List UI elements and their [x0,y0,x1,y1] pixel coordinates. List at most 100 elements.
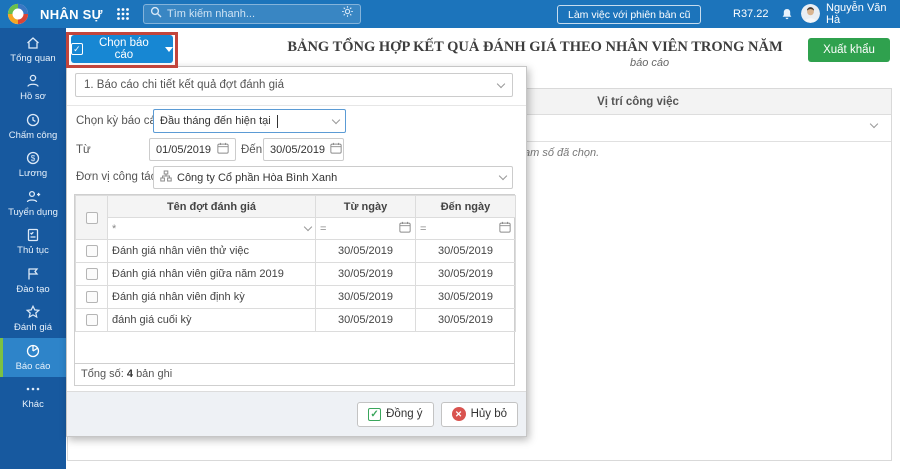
sidebar-item-khac[interactable]: Khác [0,377,66,416]
app-name: NHÂN SỰ [40,0,103,28]
round-to: 30/05/2019 [416,286,516,309]
round-from: 30/05/2019 [316,263,416,286]
from-label: Từ [76,144,91,156]
filter-name-cell[interactable]: * [108,218,316,240]
search-box[interactable] [143,4,361,24]
unit-value: Công ty Cổ phần Hòa Bình Xanh [177,172,337,184]
home-icon [25,35,41,51]
user-name[interactable]: Nguyễn Văn Hà [826,0,900,28]
round-name: đánh giá cuối kỳ [108,309,316,332]
unit-label: Đơn vị công tác [76,171,156,183]
round-name: Đánh giá nhân viên thử việc [108,240,316,263]
cancel-button[interactable]: ✕ Hủy bỏ [441,402,518,427]
calendar-icon[interactable] [499,221,511,236]
report-type-select[interactable]: 1. Báo cáo chi tiết kết quả đợt đánh giá [75,73,513,97]
table-row[interactable]: đánh giá cuối kỳ 30/05/2019 30/05/2019 [76,309,516,332]
chevron-down-icon [332,115,340,123]
row-checkbox[interactable] [86,291,98,303]
settings-gear-icon[interactable] [341,5,354,23]
table-row[interactable]: Đánh giá nhân viên giữa năm 2019 30/05/2… [76,263,516,286]
round-to: 30/05/2019 [416,263,516,286]
row-checkbox[interactable] [86,245,98,257]
cancel-x-icon: ✕ [452,407,466,421]
filter-operator[interactable]: * [112,223,116,235]
filter-to-cell[interactable]: = [416,218,516,240]
sidebar-item-label: Khác [22,399,44,410]
sidebar-item-luong[interactable]: $ Lương [0,146,66,185]
sidebar-item-danh-gia[interactable]: Đánh giá [0,300,66,339]
total-count: 4 [127,368,133,380]
table-row[interactable]: Đánh giá nhân viên định kỳ 30/05/2019 30… [76,286,516,309]
notifications-bell-icon[interactable] [780,7,794,21]
to-date-value: 30/05/2019 [270,144,325,156]
sidebar-item-label: Đánh giá [14,322,52,333]
search-input[interactable] [167,8,336,20]
col-header-name: Tên đợt đánh giá [108,196,316,218]
select-all-checkbox[interactable] [86,212,98,224]
chevron-down-icon [499,172,507,180]
row-checkbox[interactable] [86,314,98,326]
app-logo-icon [7,3,29,25]
choose-report-label: Chọn báo cáo [89,37,159,61]
grid-column-header-label: Vị trí công việc [568,89,708,115]
sidebar-item-ho-so[interactable]: Hồ sơ [0,69,66,108]
total-label: Tổng số: [81,368,124,380]
row-checkbox[interactable] [86,268,98,280]
sidebar-item-cham-cong[interactable]: Chấm công [0,107,66,146]
from-date-value: 01/05/2019 [156,144,211,156]
person-icon [25,73,41,89]
period-value: Đầu tháng đến hiện tại [160,115,271,127]
filter-operator[interactable]: = [320,223,326,235]
from-date-input[interactable]: 01/05/2019 [149,138,236,161]
filter-operator[interactable]: = [420,223,426,235]
to-date-input[interactable]: 30/05/2019 [263,138,344,161]
calendar-icon[interactable] [330,142,342,157]
checkbox-check-icon: ✓ [71,43,83,55]
choose-report-button[interactable]: ✓ Chọn báo cáo [71,35,173,63]
round-from: 30/05/2019 [316,309,416,332]
sidebar-item-dao-tao[interactable]: Đào tạo [0,261,66,300]
sidebar-item-label: Chấm công [9,130,58,141]
col-header-to: Đến ngày [416,196,516,218]
ok-button[interactable]: ✓ Đồng ý [357,402,433,427]
table-total-row: Tổng số: 4 bản ghi [75,363,514,385]
text-cursor [277,115,278,128]
period-select[interactable]: Đầu tháng đến hiện tại [153,109,346,133]
app-window: NHÂN SỰ Làm việc với phiên bản [0,0,900,469]
sidebar-item-bao-cao[interactable]: Báo cáo [0,338,66,377]
filter-from-cell[interactable]: = [316,218,416,240]
sidebar-item-label: Hồ sơ [20,91,46,102]
sidebar-item-label: Đào tạo [16,284,49,295]
calendar-icon[interactable] [399,221,411,236]
app-grid-icon[interactable] [116,7,130,21]
clock-icon [25,112,41,128]
table-header-row: Tên đợt đánh giá Từ ngày Đến ngày [76,196,516,218]
unit-select[interactable]: Công ty Cổ phần Hòa Bình Xanh [153,166,513,189]
ellipsis-icon [25,381,41,397]
export-button[interactable]: Xuất khẩu [808,38,890,62]
caret-down-icon [165,47,173,52]
search-icon [150,5,162,23]
round-name: Đánh giá nhân viên giữa năm 2019 [108,263,316,286]
user-avatar[interactable] [801,4,820,23]
chevron-down-icon [497,79,505,87]
to-label: Đến [241,144,262,156]
table-row[interactable]: Đánh giá nhân viên thử việc 30/05/2019 3… [76,240,516,263]
page-title: BẢNG TỔNG HỢP KẾT QUẢ ĐÁNH GIÁ THEO NHÂN… [280,39,790,56]
sidebar-item-thu-tuc[interactable]: Thủ tục [0,223,66,262]
divider [67,105,526,106]
round-to: 30/05/2019 [416,309,516,332]
svg-text:$: $ [31,154,36,163]
sidebar-item-tong-quan[interactable]: Tổng quan [0,30,66,69]
sidebar-item-tuyen-dung[interactable]: Tuyển dụng [0,184,66,223]
round-name: Đánh giá nhân viên định kỳ [108,286,316,309]
chevron-down-icon [870,120,878,128]
legacy-version-button[interactable]: Làm việc với phiên bản cũ [557,5,701,24]
checklist-icon [25,227,41,243]
dollar-icon: $ [25,150,41,166]
version-label: R37.22 [733,0,768,28]
sidebar: Tổng quan Hồ sơ Chấm công $ Lương Tuyển … [0,28,66,469]
calendar-icon[interactable] [217,142,229,157]
sidebar-item-label: Báo cáo [16,361,51,372]
popup-footer: ✓ Đồng ý ✕ Hủy bỏ [67,391,526,436]
